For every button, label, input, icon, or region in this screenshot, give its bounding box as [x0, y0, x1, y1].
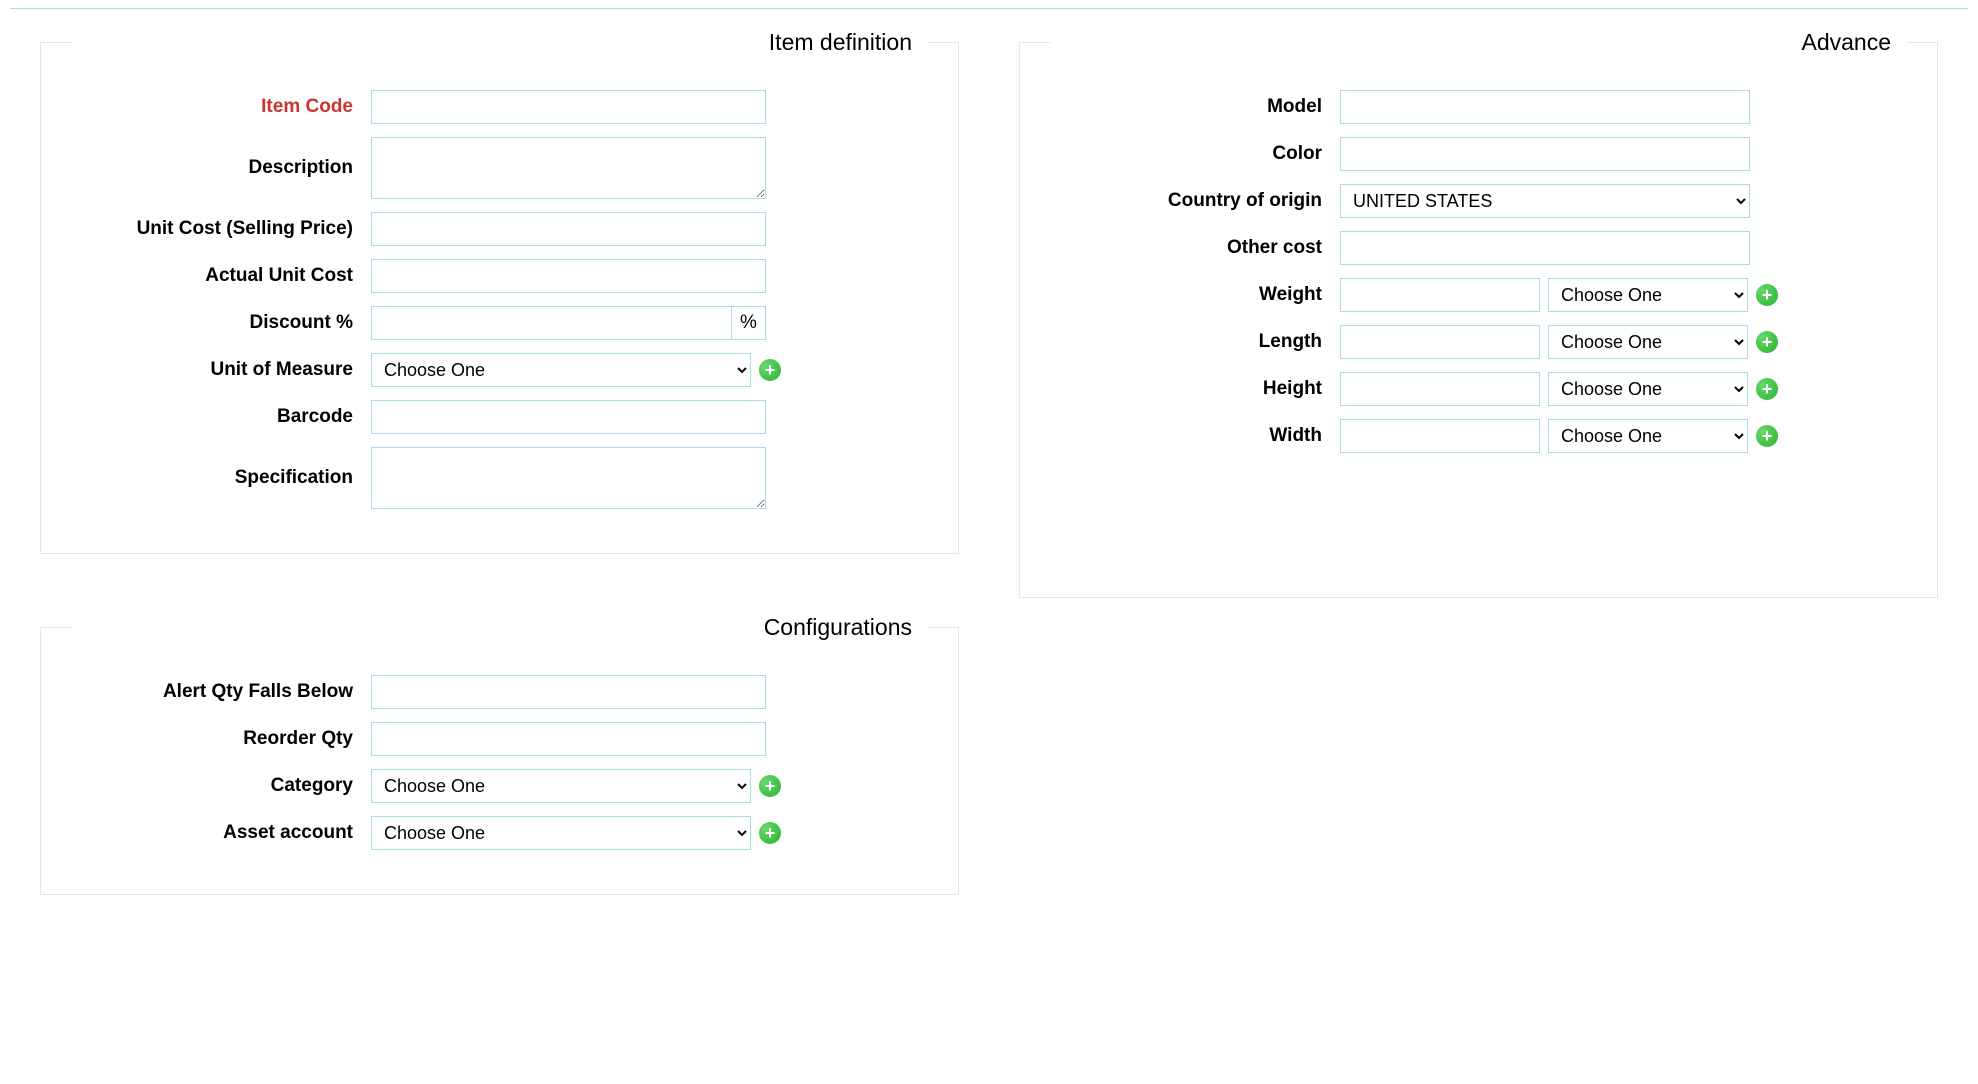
- plus-icon: +: [1762, 333, 1773, 351]
- reorder-qty-input[interactable]: [371, 722, 766, 756]
- width-label: Width: [1050, 425, 1340, 447]
- height-label: Height: [1050, 378, 1340, 400]
- item-code-label: Item Code: [71, 96, 371, 118]
- length-input[interactable]: [1340, 325, 1540, 359]
- barcode-label: Barcode: [71, 406, 371, 428]
- height-unit-select[interactable]: Choose One: [1548, 372, 1748, 406]
- add-width-unit-button[interactable]: +: [1756, 425, 1778, 447]
- discount-label: Discount %: [71, 312, 371, 334]
- model-input[interactable]: [1340, 90, 1750, 124]
- add-asset-account-button[interactable]: +: [759, 822, 781, 844]
- specification-label: Specification: [71, 467, 371, 489]
- color-input[interactable]: [1340, 137, 1750, 171]
- weight-label: Weight: [1050, 284, 1340, 306]
- plus-icon: +: [1762, 380, 1773, 398]
- uom-select[interactable]: Choose One: [371, 353, 751, 387]
- discount-input[interactable]: [371, 306, 731, 340]
- plus-icon: +: [765, 824, 776, 842]
- percent-suffix: %: [731, 306, 766, 340]
- advance-legend: Advance: [1793, 29, 1899, 56]
- add-height-unit-button[interactable]: +: [1756, 378, 1778, 400]
- plus-icon: +: [765, 361, 776, 379]
- add-category-button[interactable]: +: [759, 775, 781, 797]
- asset-account-label: Asset account: [71, 822, 371, 844]
- configurations-legend: Configurations: [756, 614, 920, 641]
- color-label: Color: [1050, 143, 1340, 165]
- category-label: Category: [71, 775, 371, 797]
- unit-cost-label: Unit Cost (Selling Price): [71, 218, 371, 240]
- other-cost-label: Other cost: [1050, 237, 1340, 259]
- country-select[interactable]: UNITED STATES: [1340, 184, 1750, 218]
- advance-fieldset: Advance Model Color Country of origin UN…: [1019, 29, 1938, 598]
- country-label: Country of origin: [1050, 190, 1340, 212]
- plus-icon: +: [1762, 286, 1773, 304]
- reorder-qty-label: Reorder Qty: [71, 728, 371, 750]
- weight-input[interactable]: [1340, 278, 1540, 312]
- item-code-input[interactable]: [371, 90, 766, 124]
- alert-qty-input[interactable]: [371, 675, 766, 709]
- weight-unit-select[interactable]: Choose One: [1548, 278, 1748, 312]
- uom-label: Unit of Measure: [71, 359, 371, 381]
- barcode-input[interactable]: [371, 400, 766, 434]
- plus-icon: +: [1762, 427, 1773, 445]
- specification-textarea[interactable]: [371, 447, 766, 509]
- item-definition-legend: Item definition: [761, 29, 920, 56]
- width-input[interactable]: [1340, 419, 1540, 453]
- add-length-unit-button[interactable]: +: [1756, 331, 1778, 353]
- length-label: Length: [1050, 331, 1340, 353]
- add-uom-button[interactable]: +: [759, 359, 781, 381]
- length-unit-select[interactable]: Choose One: [1548, 325, 1748, 359]
- add-weight-unit-button[interactable]: +: [1756, 284, 1778, 306]
- asset-account-select[interactable]: Choose One: [371, 816, 751, 850]
- actual-unit-cost-input[interactable]: [371, 259, 766, 293]
- height-input[interactable]: [1340, 372, 1540, 406]
- unit-cost-input[interactable]: [371, 212, 766, 246]
- description-textarea[interactable]: [371, 137, 766, 199]
- item-definition-fieldset: Item definition Item Code Description Un…: [40, 29, 959, 554]
- category-select[interactable]: Choose One: [371, 769, 751, 803]
- description-label: Description: [71, 157, 371, 179]
- width-unit-select[interactable]: Choose One: [1548, 419, 1748, 453]
- model-label: Model: [1050, 96, 1340, 118]
- alert-qty-label: Alert Qty Falls Below: [71, 681, 371, 703]
- configurations-fieldset: Configurations Alert Qty Falls Below Reo…: [40, 614, 959, 895]
- other-cost-input[interactable]: [1340, 231, 1750, 265]
- actual-unit-cost-label: Actual Unit Cost: [71, 265, 371, 287]
- plus-icon: +: [765, 777, 776, 795]
